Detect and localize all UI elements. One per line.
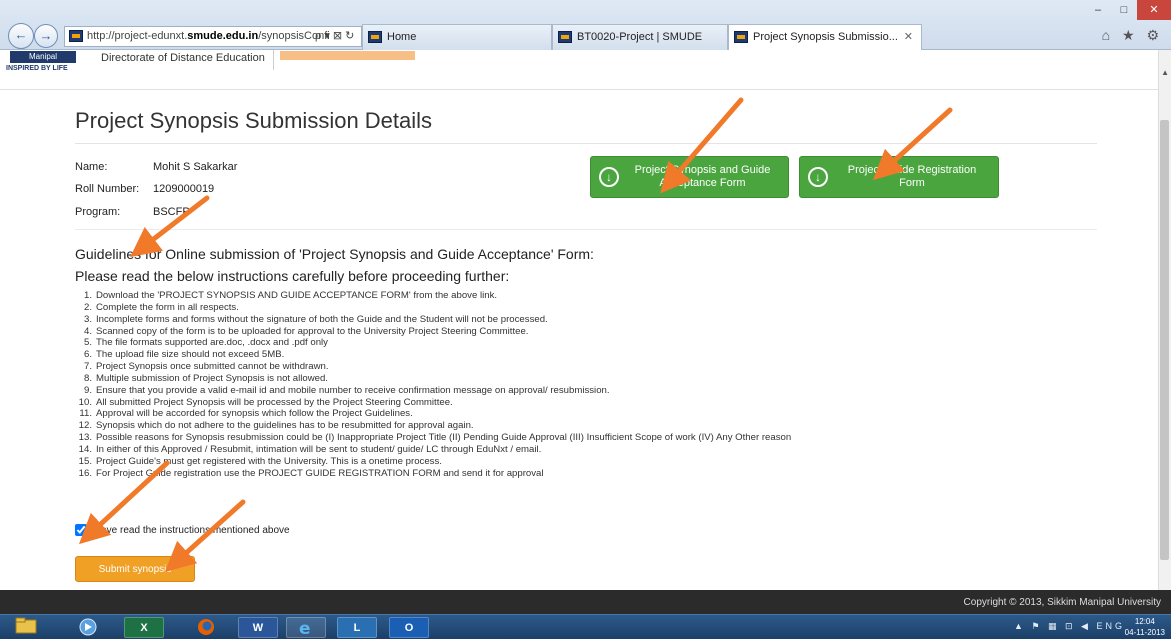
language-indicator[interactable]: ENG <box>1096 621 1125 631</box>
back-button[interactable]: ← <box>8 23 34 49</box>
logo-tagline: INSPIRED BY LIFE <box>6 65 68 72</box>
directorate-title: Directorate of Distance Education <box>101 52 265 64</box>
list-item: 1. Download the 'PROJECT SYNOPSIS AND GUI… <box>83 290 498 301</box>
program-value: BSCFP <box>153 206 190 218</box>
program-label: Program: <box>75 206 121 218</box>
lync-icon[interactable]: L <box>337 617 377 638</box>
browser-toolbar-icons[interactable]: ⌂ ★ ⚙ <box>1102 27 1163 44</box>
close-window-button[interactable]: ✕ <box>1137 0 1171 20</box>
name-label: Name: <box>75 161 108 173</box>
list-item: 10. All submitted Project Synopsis will b… <box>78 396 453 408</box>
list-item: 5. The file formats supported are.doc, .d… <box>83 337 328 349</box>
list-item: 9. Ensure that you provide a valid e-mail… <box>83 384 610 396</box>
tab-close-icon[interactable]: ✕ <box>904 25 913 49</box>
list-item: 16. For Project Guide registration use th… <box>78 467 544 479</box>
clock-date: 04-11-2013 <box>1124 628 1165 637</box>
tab-bt0020-project[interactable]: BT0020-Project | SMUDE <box>552 24 728 50</box>
list-item: 8. Multiple submission of Project Synopsi… <box>83 372 328 384</box>
scroll-up-icon[interactable]: ▲ <box>1161 68 1169 77</box>
list-item: 4. Scanned copy of the form is to be uplo… <box>83 325 529 337</box>
browser-chrome: – □ ✕ ← → http://project-edunxt.smude.ed… <box>0 0 1171 50</box>
outlook-icon[interactable]: O <box>389 617 429 638</box>
back-arrow-icon: ← <box>14 27 28 42</box>
name-value: Mohit S Sakarkar <box>153 161 238 173</box>
svg-text:e: e <box>299 619 311 638</box>
windows-taskbar: X W e L O ▲ ⚑ ▦ ⊡ ◀ ENG 12:04 04-11-2013 <box>0 614 1171 639</box>
forward-arrow-icon: → <box>39 28 53 43</box>
roll-label: Roll Number: <box>75 183 140 195</box>
download-guide-label: Project Guide Registration Form <box>847 164 977 189</box>
explorer-icon[interactable] <box>6 617 46 638</box>
list-item: 3. Incomplete forms and forms without the… <box>83 313 548 325</box>
window-controls: – □ ✕ <box>1085 0 1171 20</box>
submit-synopsis-button[interactable]: Submit synopsis <box>75 556 195 582</box>
download-icon: ↓ <box>808 167 828 187</box>
list-item: 6. The upload file size should not exceed… <box>83 349 285 361</box>
download-synopsis-form-button[interactable]: ↓ Project Synopsis and Guide Acceptance … <box>590 156 789 198</box>
list-item: 11. Approval will be accorded for synopsi… <box>79 408 413 420</box>
scrollbar-thumb[interactable] <box>1160 120 1169 560</box>
site-favicon-icon <box>69 30 83 42</box>
tab-favicon-icon <box>558 31 572 43</box>
acknowledge-row: I have read the instructions mentioned a… <box>75 524 290 536</box>
forward-button[interactable]: → <box>34 24 58 48</box>
header-divider <box>273 50 274 70</box>
media-icon[interactable] <box>68 617 108 638</box>
divider <box>75 229 1097 230</box>
list-item: 14. In either of this Approved / Resubmit… <box>78 443 542 455</box>
tab-favicon-icon <box>734 31 748 43</box>
divider <box>75 143 1097 144</box>
instructions-list: 1. Download the 'PROJECT SYNOPSIS AND GUI… <box>78 290 792 480</box>
acknowledge-label: I have read the instructions mentioned a… <box>90 524 290 536</box>
list-item: 7. Project Synopsis once submitted cannot… <box>83 361 329 373</box>
tab-project-synopsis[interactable]: Project Synopsis Submissio... ✕ <box>728 24 922 50</box>
page-title: Project Synopsis Submission Details <box>75 108 433 133</box>
student-name: Name: Mohit S Sakarkar <box>75 161 237 173</box>
taskbar-clock[interactable]: 12:04 04-11-2013 <box>1125 616 1165 638</box>
list-item: 12. Synopsis which do not adhere to the g… <box>78 420 474 432</box>
acknowledge-checkbox[interactable] <box>75 524 87 536</box>
system-tray[interactable]: ▲ ⚑ ▦ ⊡ ◀ ENG <box>1014 621 1125 632</box>
tab-home[interactable]: Home <box>362 24 552 50</box>
address-host: smude.edu.in <box>187 30 259 42</box>
list-item: 15. Project Guide's must get registered w… <box>78 455 442 467</box>
tab-label: BT0020-Project | SMUDE <box>577 31 703 43</box>
excel-icon[interactable]: X <box>124 617 164 638</box>
student-roll-number: Roll Number: 1209000019 <box>75 183 214 195</box>
download-guide-registration-button[interactable]: ↓ Project Guide Registration Form <box>799 156 999 198</box>
page-footer: Copyright © 2013, Sikkim Manipal Univers… <box>0 590 1171 614</box>
maximize-button[interactable]: □ <box>1111 0 1137 20</box>
student-program: Program: BSCFP <box>75 206 190 218</box>
tab-favicon-icon <box>368 31 382 43</box>
edunxt-logo <box>280 51 415 60</box>
list-item: 2. Complete the form in all respects. <box>83 301 239 313</box>
roll-value: 1209000019 <box>153 183 215 195</box>
download-synopsis-label: Project Synopsis and Guide Acceptance Fo… <box>634 164 771 189</box>
firefox-icon[interactable] <box>186 617 226 638</box>
tab-label: Project Synopsis Submissio... <box>753 31 898 43</box>
tab-label: Home <box>387 31 417 43</box>
clock-time: 12:04 <box>1134 617 1155 626</box>
manipal-logo: Manipal <box>10 51 76 63</box>
download-icon: ↓ <box>599 167 619 187</box>
word-icon[interactable]: W <box>238 617 278 638</box>
minimize-button[interactable]: – <box>1085 0 1111 20</box>
list-item: 13. Possible reasons for Synopsis resubmi… <box>78 432 792 444</box>
guidelines-title: Guidelines for Online submission of 'Pro… <box>75 246 594 262</box>
guidelines-subtitle: Please read the below instructions caref… <box>75 268 510 284</box>
address-prefix: http://project-edunxt. <box>87 30 188 42</box>
ie-icon[interactable]: e <box>286 617 326 639</box>
copyright-text: Copyright © 2013, Sikkim Manipal Univers… <box>963 597 1161 608</box>
address-bar-actions[interactable]: ρ ▾ ⊠ ↻ <box>315 26 354 47</box>
